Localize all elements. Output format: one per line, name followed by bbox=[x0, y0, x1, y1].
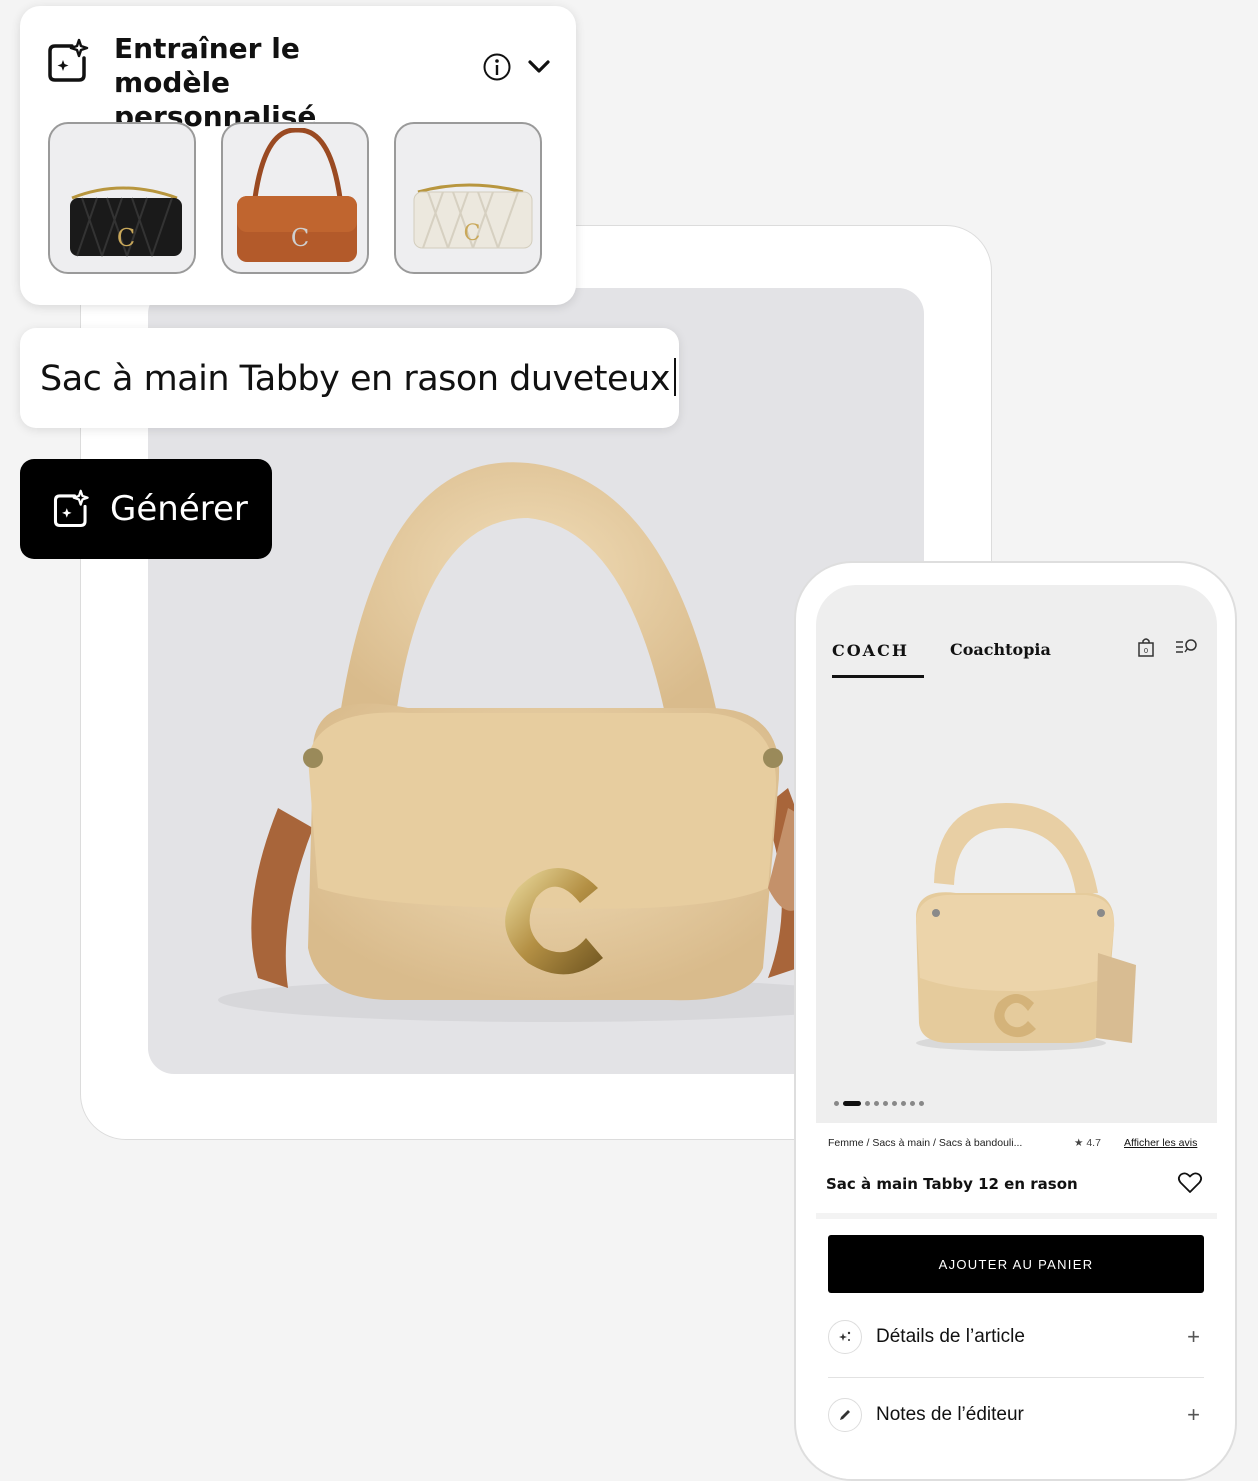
product-image[interactable] bbox=[816, 703, 1217, 1123]
phone-header: COACH Coachtopia 0 bbox=[816, 585, 1217, 703]
brown-bag-thumbnail: C bbox=[237, 128, 357, 262]
svg-text:C: C bbox=[291, 224, 309, 252]
text-caret bbox=[673, 358, 676, 396]
generate-button[interactable]: Générer bbox=[20, 459, 272, 559]
add-to-cart-button[interactable]: AJOUTER AU PANIER bbox=[828, 1235, 1204, 1293]
reference-images: C C C bbox=[48, 122, 542, 274]
cream-bag-thumbnail: C bbox=[413, 183, 533, 249]
black-bag-thumbnail: C bbox=[70, 186, 182, 257]
prompt-input[interactable]: Sac à main Tabby en rason duveteux bbox=[20, 328, 679, 428]
svg-text:C: C bbox=[117, 224, 135, 252]
svg-text:C: C bbox=[464, 221, 481, 246]
sparkle-frame-icon bbox=[53, 489, 89, 528]
train-panel-title: Entraîner le modèle personnalisé bbox=[114, 32, 317, 133]
train-model-panel: Entraîner le modèle personnalisé C C C bbox=[20, 6, 576, 305]
divider bbox=[828, 1377, 1204, 1378]
phone-mockup: COACH Coachtopia 0 Femme / Sacs à main /… bbox=[794, 561, 1237, 1481]
expand-plus-icon: + bbox=[1187, 1324, 1200, 1349]
accordion-label: Notes de l’éditeur bbox=[876, 1404, 1024, 1425]
phone-screen: COACH Coachtopia 0 Femme / Sacs à main /… bbox=[816, 585, 1217, 1479]
brand-tab-coach[interactable]: COACH bbox=[832, 641, 909, 660]
product-bag-illustration bbox=[916, 803, 1136, 1051]
svg-text:0: 0 bbox=[1144, 647, 1148, 655]
expand-plus-icon: + bbox=[1187, 1402, 1200, 1427]
info-icon[interactable] bbox=[482, 52, 512, 82]
accordion-label: Détails de l’article bbox=[876, 1326, 1025, 1347]
breadcrumb[interactable]: Femme / Sacs à main / Sacs à bandouli... bbox=[828, 1137, 1022, 1149]
shopping-bag-icon[interactable]: 0 bbox=[1137, 637, 1155, 657]
menu-search-icon[interactable] bbox=[1175, 637, 1199, 657]
heart-icon[interactable] bbox=[1177, 1171, 1203, 1195]
chevron-down-icon[interactable] bbox=[526, 54, 552, 80]
reviews-link[interactable]: Afficher les avis bbox=[1124, 1137, 1197, 1149]
pencil-icon bbox=[828, 1398, 862, 1432]
brand-tab-coachtopia[interactable]: Coachtopia bbox=[950, 640, 1051, 659]
image-carousel-dots[interactable] bbox=[834, 1101, 924, 1106]
sparkle-frame-icon bbox=[48, 38, 89, 82]
prompt-value: Sac à main Tabby en rason duveteux bbox=[40, 359, 670, 399]
accordion-item-details[interactable]: Détails de l’article + bbox=[828, 1307, 1204, 1367]
sparkle-icon bbox=[828, 1320, 862, 1354]
reference-image-black-bag[interactable]: C bbox=[48, 122, 196, 274]
generate-button-label: Générer bbox=[110, 489, 248, 529]
reference-image-brown-bag[interactable]: C bbox=[221, 122, 369, 274]
product-title: Sac à main Tabby 12 en rason bbox=[826, 1175, 1078, 1193]
accordion-item-editor-notes[interactable]: Notes de l’éditeur + bbox=[828, 1385, 1204, 1445]
product-rating: ★ 4.7 bbox=[1074, 1137, 1101, 1149]
train-panel-header: Entraîner le modèle personnalisé bbox=[46, 32, 552, 133]
active-tab-indicator bbox=[832, 675, 924, 678]
reference-image-cream-bag[interactable]: C bbox=[394, 122, 542, 274]
divider bbox=[816, 1213, 1217, 1219]
